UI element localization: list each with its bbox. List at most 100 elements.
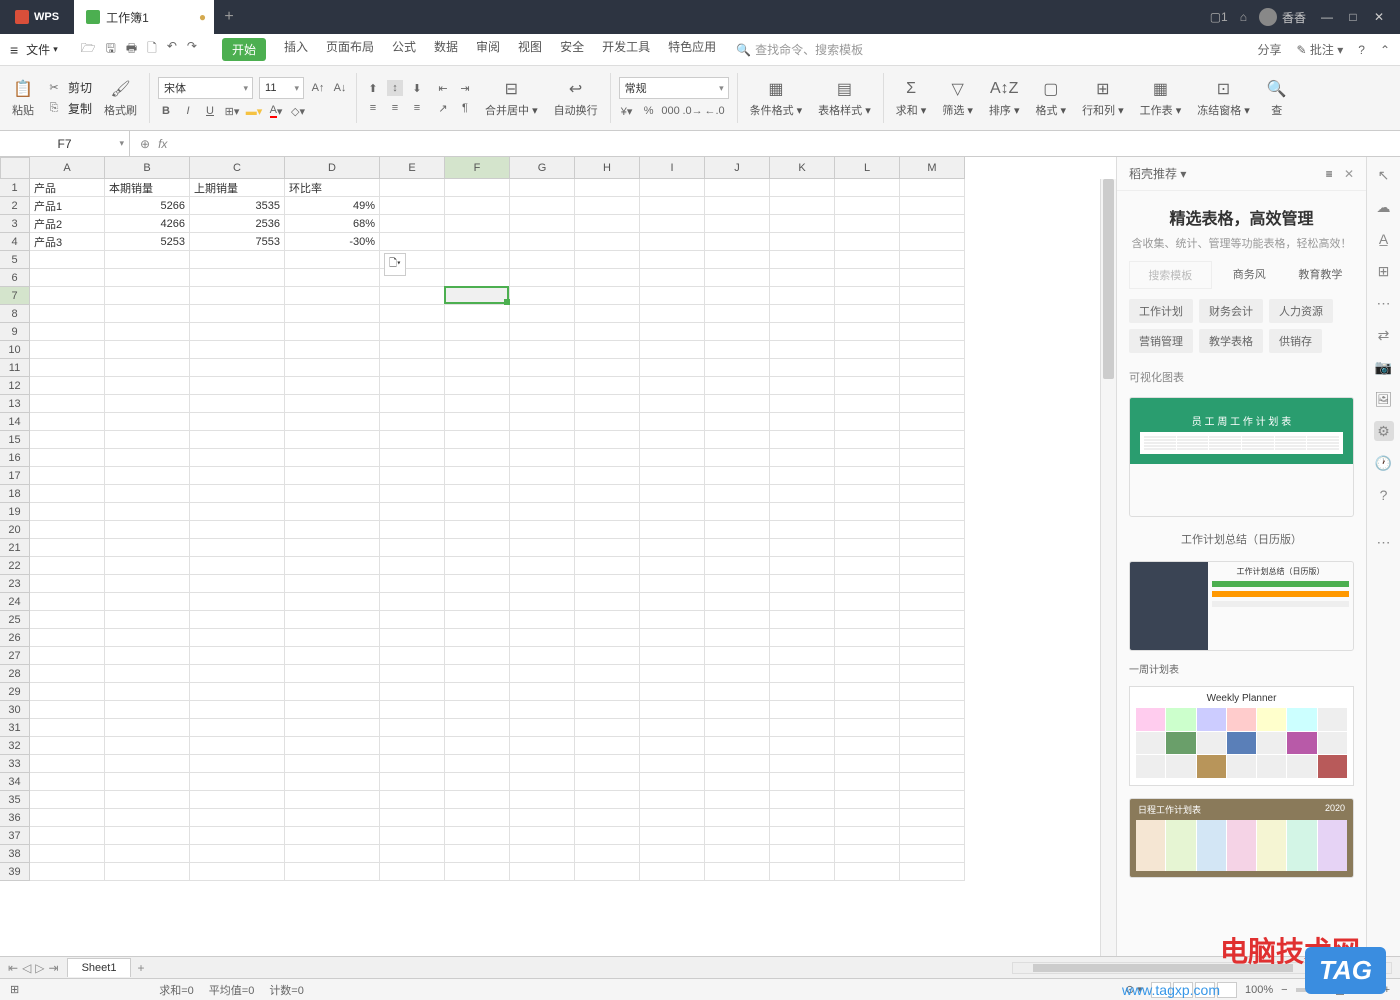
- cell-K20[interactable]: [770, 521, 835, 539]
- cell-C21[interactable]: [190, 539, 285, 557]
- cell-J29[interactable]: [705, 683, 770, 701]
- sheet-tab-1[interactable]: Sheet1: [67, 958, 132, 977]
- preview-icon[interactable]: 🗋: [147, 39, 157, 60]
- cell-G24[interactable]: [510, 593, 575, 611]
- cell-B30[interactable]: [105, 701, 190, 719]
- cell-B38[interactable]: [105, 845, 190, 863]
- cell-C23[interactable]: [190, 575, 285, 593]
- cell-C30[interactable]: [190, 701, 285, 719]
- cell-M17[interactable]: [900, 467, 965, 485]
- cell-H27[interactable]: [575, 647, 640, 665]
- cell-K33[interactable]: [770, 755, 835, 773]
- cell-I4[interactable]: [640, 233, 705, 251]
- row-header-21[interactable]: 21: [0, 539, 30, 557]
- currency-icon[interactable]: ¥▾: [619, 103, 635, 119]
- cell-D27[interactable]: [285, 647, 380, 665]
- cell-K25[interactable]: [770, 611, 835, 629]
- cell-H16[interactable]: [575, 449, 640, 467]
- cell-G5[interactable]: [510, 251, 575, 269]
- cell-H1[interactable]: [575, 179, 640, 197]
- ribbon-tab-0[interactable]: 开始: [222, 38, 266, 61]
- cell-C16[interactable]: [190, 449, 285, 467]
- cell-J8[interactable]: [705, 305, 770, 323]
- cell-K18[interactable]: [770, 485, 835, 503]
- cell-E18[interactable]: [380, 485, 445, 503]
- cell-I31[interactable]: [640, 719, 705, 737]
- col-header-M[interactable]: M: [900, 157, 965, 179]
- wrap-button[interactable]: ↩自动换行: [550, 76, 602, 120]
- cell-A26[interactable]: [30, 629, 105, 647]
- cell-I17[interactable]: [640, 467, 705, 485]
- cell-M28[interactable]: [900, 665, 965, 683]
- new-tab-button[interactable]: +: [214, 0, 244, 34]
- cell-L39[interactable]: [835, 863, 900, 881]
- badge-icon[interactable]: ▢1: [1210, 10, 1228, 24]
- cell-J28[interactable]: [705, 665, 770, 683]
- cell-H8[interactable]: [575, 305, 640, 323]
- cell-B33[interactable]: [105, 755, 190, 773]
- cell-E13[interactable]: [380, 395, 445, 413]
- cell-E25[interactable]: [380, 611, 445, 629]
- cell-A3[interactable]: 产品2: [30, 215, 105, 233]
- cell-G18[interactable]: [510, 485, 575, 503]
- cell-H6[interactable]: [575, 269, 640, 287]
- dots-icon[interactable]: ⋯: [1374, 293, 1394, 313]
- cell-G32[interactable]: [510, 737, 575, 755]
- cell-D35[interactable]: [285, 791, 380, 809]
- cell-L7[interactable]: [835, 287, 900, 305]
- fill-color-icon[interactable]: ▬▾: [246, 103, 262, 119]
- cell-I12[interactable]: [640, 377, 705, 395]
- cell-I16[interactable]: [640, 449, 705, 467]
- trace-icon[interactable]: ⊕: [140, 137, 150, 151]
- cell-F25[interactable]: [445, 611, 510, 629]
- cell-E2[interactable]: [380, 197, 445, 215]
- align-left-icon[interactable]: ≡: [365, 100, 381, 116]
- decrease-font-icon[interactable]: A↓: [332, 80, 348, 96]
- cell-B23[interactable]: [105, 575, 190, 593]
- print-icon[interactable]: 🖶: [126, 39, 137, 60]
- cell-F18[interactable]: [445, 485, 510, 503]
- cell-J13[interactable]: [705, 395, 770, 413]
- cell-C7[interactable]: [190, 287, 285, 305]
- cell-I5[interactable]: [640, 251, 705, 269]
- redo-icon[interactable]: ↷: [187, 39, 197, 60]
- panel-tab-education[interactable]: 教育教学: [1287, 261, 1354, 289]
- cell-E26[interactable]: [380, 629, 445, 647]
- cell-C11[interactable]: [190, 359, 285, 377]
- vertical-scrollbar[interactable]: [1100, 179, 1116, 956]
- cell-G37[interactable]: [510, 827, 575, 845]
- cell-F4[interactable]: [445, 233, 510, 251]
- cell-K10[interactable]: [770, 341, 835, 359]
- menu-icon[interactable]: ≡: [10, 42, 18, 58]
- find-button[interactable]: 🔍查‍: [1262, 76, 1292, 120]
- cell-A38[interactable]: [30, 845, 105, 863]
- cell-E19[interactable]: [380, 503, 445, 521]
- ribbon-tab-2[interactable]: 页面布局: [326, 38, 374, 61]
- cell-H4[interactable]: [575, 233, 640, 251]
- cell-G33[interactable]: [510, 755, 575, 773]
- cell-G3[interactable]: [510, 215, 575, 233]
- cell-K36[interactable]: [770, 809, 835, 827]
- cell-H11[interactable]: [575, 359, 640, 377]
- cell-M29[interactable]: [900, 683, 965, 701]
- save-icon[interactable]: 🖫: [106, 39, 116, 60]
- cell-J11[interactable]: [705, 359, 770, 377]
- view-read-icon[interactable]: [1217, 982, 1237, 998]
- underline-icon[interactable]: U: [202, 103, 218, 119]
- cell-E29[interactable]: [380, 683, 445, 701]
- cell-M15[interactable]: [900, 431, 965, 449]
- cell-K37[interactable]: [770, 827, 835, 845]
- chip-5[interactable]: 供销存: [1269, 329, 1322, 353]
- cell-L10[interactable]: [835, 341, 900, 359]
- cell-E36[interactable]: [380, 809, 445, 827]
- zoom-out-icon[interactable]: −: [1281, 984, 1287, 996]
- formula-input[interactable]: [177, 131, 1400, 156]
- collapse-ribbon-icon[interactable]: ⌃: [1380, 43, 1390, 57]
- ribbon-tab-4[interactable]: 数据: [434, 38, 458, 61]
- row-header-39[interactable]: 39: [0, 863, 30, 881]
- row-header-15[interactable]: 15: [0, 431, 30, 449]
- align-bottom-icon[interactable]: ⬇: [409, 80, 425, 96]
- cell-I28[interactable]: [640, 665, 705, 683]
- cell-G10[interactable]: [510, 341, 575, 359]
- cell-B27[interactable]: [105, 647, 190, 665]
